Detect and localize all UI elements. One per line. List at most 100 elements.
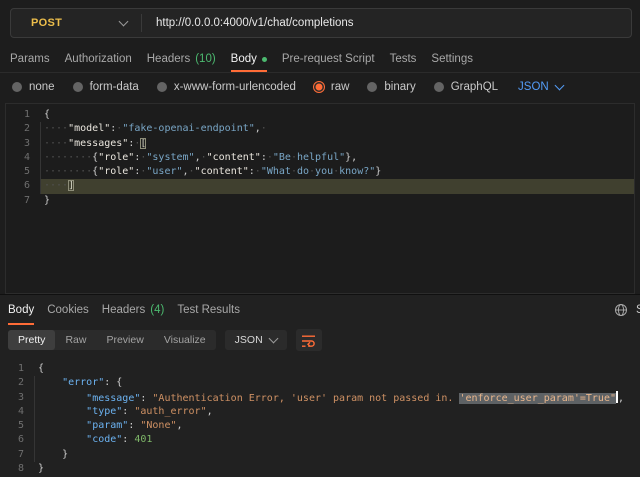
body-type-row: none form-data x-www-form-urlencoded raw bin…: [0, 73, 640, 101]
code-text: ····"model":·"fake-openai-endpoint",·: [40, 122, 634, 136]
request-line-7[interactable]: 7}: [6, 194, 634, 208]
tab-label: Headers: [102, 304, 145, 316]
view-raw[interactable]: Raw: [55, 330, 96, 350]
request-body-editor[interactable]: 1{2····"model":·"fake-openai-endpoint",·…: [5, 103, 635, 294]
response-line-3[interactable]: 3 "message": "Authentication Error, 'use…: [0, 391, 640, 405]
tab-label: Body: [231, 53, 257, 65]
tab-label: Params: [10, 53, 50, 65]
response-line-2[interactable]: 2 "error": {: [0, 376, 640, 390]
body-type-options: none form-data x-www-form-urlencoded raw bin…: [12, 81, 498, 93]
tab-label: Cookies: [47, 304, 89, 316]
radio-label: form-data: [90, 81, 139, 93]
line-number: 3: [0, 391, 34, 405]
code-text: "message": "Authentication Error, 'user'…: [34, 391, 640, 405]
response-line-7[interactable]: 7 }: [0, 448, 640, 462]
response-section: Body Cookies Headers (4) Test Results S Pret…: [0, 295, 640, 477]
body-content-dot: [262, 57, 267, 62]
code-text: }: [34, 462, 640, 476]
tab-label: Body: [8, 304, 34, 316]
radio-label: raw: [331, 81, 350, 93]
request-line-1[interactable]: 1{: [6, 108, 634, 122]
line-number: 4: [0, 405, 34, 419]
response-line-5[interactable]: 5 "param": "None",: [0, 419, 640, 433]
body-type-x-www-form-urlencoded[interactable]: x-www-form-urlencoded: [157, 81, 296, 93]
chevron-down-icon: [268, 334, 278, 344]
body-type-form-data[interactable]: form-data: [73, 81, 139, 93]
response-line-8[interactable]: 8}: [0, 462, 640, 476]
response-tabs-row: Body Cookies Headers (4) Test Results S: [0, 295, 640, 325]
request-line-2[interactable]: 2····"model":·"fake-openai-endpoint",·: [6, 122, 634, 136]
radio-icon: [12, 82, 22, 92]
view-pretty[interactable]: Pretty: [8, 330, 55, 350]
divider: [141, 14, 142, 32]
response-format-select[interactable]: JSON: [225, 330, 287, 350]
code-text: }: [34, 448, 640, 462]
api-client-window: POST http://0.0.0.0:4000/v1/chat/complet…: [0, 0, 640, 477]
code-text: {: [34, 362, 640, 376]
line-number: 6: [6, 179, 40, 193]
request-tab-pre-request-script[interactable]: Pre-request Script: [282, 46, 375, 72]
line-number: 1: [0, 362, 34, 376]
language-select[interactable]: JSON: [518, 81, 563, 93]
globe-icon[interactable]: [613, 302, 629, 318]
view-visualize[interactable]: Visualize: [154, 330, 216, 350]
request-line-5[interactable]: 5········{"role":·"user",·"content":·"Wh…: [6, 165, 634, 179]
method-label: POST: [31, 17, 62, 29]
response-view-switcher: PrettyRawPreviewVisualize: [8, 330, 216, 350]
view-preview[interactable]: Preview: [96, 330, 153, 350]
code-text: ····"messages":·[: [40, 137, 634, 151]
body-type-graphql[interactable]: GraphQL: [434, 81, 498, 93]
request-tab-authorization[interactable]: Authorization: [65, 46, 132, 72]
radio-icon: [367, 82, 377, 92]
code-text: "code": 401: [34, 433, 640, 447]
code-text: "param": "None",: [34, 419, 640, 433]
url-input[interactable]: http://0.0.0.0:4000/v1/chat/completions: [156, 17, 354, 29]
tab-label: Pre-request Script: [282, 53, 375, 65]
response-header-actions: S: [613, 295, 640, 325]
line-number: 8: [0, 462, 34, 476]
radio-icon: [73, 82, 83, 92]
body-type-binary[interactable]: binary: [367, 81, 415, 93]
wrap-text-button[interactable]: [296, 329, 322, 351]
radio-label: x-www-form-urlencoded: [174, 81, 296, 93]
request-tab-tests[interactable]: Tests: [390, 46, 417, 72]
response-tab-cookies[interactable]: Cookies: [47, 295, 89, 325]
tab-count: (4): [150, 304, 164, 316]
line-number: 5: [0, 419, 34, 433]
request-tab-headers[interactable]: Headers(10): [147, 46, 216, 72]
status-text-clipped: S: [636, 304, 640, 316]
method-selector[interactable]: POST: [11, 17, 141, 29]
response-tab-body[interactable]: Body: [8, 295, 34, 325]
response-line-1[interactable]: 1{: [0, 362, 640, 376]
radio-icon: [157, 82, 167, 92]
request-tab-settings[interactable]: Settings: [431, 46, 473, 72]
response-body-viewer[interactable]: 1{2 "error": {3 "message": "Authenticati…: [0, 357, 640, 477]
wrap-text-icon: [301, 334, 316, 347]
response-format-value: JSON: [235, 334, 263, 346]
line-number: 7: [0, 448, 34, 462]
language-select-value: JSON: [518, 81, 549, 93]
tab-label: Authorization: [65, 53, 132, 65]
body-type-raw[interactable]: raw: [314, 81, 350, 93]
response-tabs: Body Cookies Headers (4) Test Results: [8, 295, 240, 325]
radio-icon: [434, 82, 444, 92]
request-tab-params[interactable]: Params: [10, 46, 50, 72]
request-tabs: Params Authorization Headers(10) Body Pre-re…: [0, 46, 640, 73]
body-type-none[interactable]: none: [12, 81, 55, 93]
request-line-6[interactable]: 6····]: [6, 179, 634, 193]
tab-label: Tests: [390, 53, 417, 65]
request-url-bar: POST http://0.0.0.0:4000/v1/chat/complet…: [0, 0, 640, 46]
radio-icon: [314, 82, 324, 92]
response-line-4[interactable]: 4 "type": "auth_error",: [0, 405, 640, 419]
request-line-4[interactable]: 4········{"role":·"system",·"content":·"…: [6, 151, 634, 165]
url-container: POST http://0.0.0.0:4000/v1/chat/complet…: [10, 8, 632, 38]
code-text: "error": {: [34, 376, 640, 390]
response-tab-test-results[interactable]: Test Results: [177, 295, 240, 325]
response-line-6[interactable]: 6 "code": 401: [0, 433, 640, 447]
request-tab-body[interactable]: Body: [231, 46, 267, 72]
code-text: "type": "auth_error",: [34, 405, 640, 419]
chevron-down-icon: [119, 17, 129, 27]
line-number: 2: [6, 122, 40, 136]
request-line-3[interactable]: 3····"messages":·[: [6, 137, 634, 151]
response-tab-headers[interactable]: Headers (4): [102, 295, 165, 325]
